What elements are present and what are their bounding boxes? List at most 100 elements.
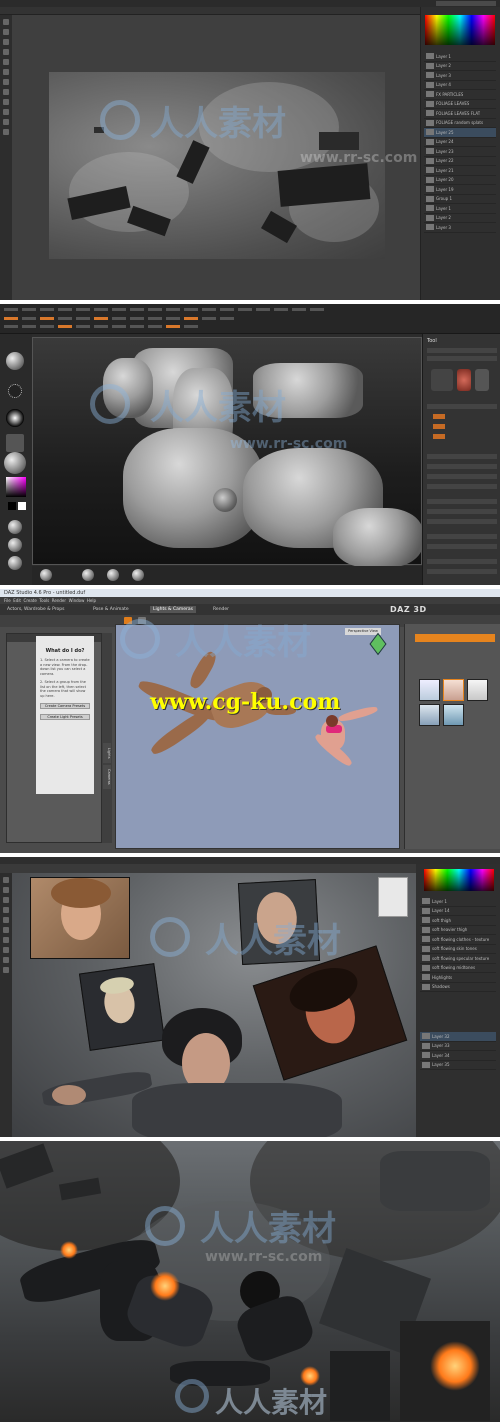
gradient-tool-icon[interactable] (3, 927, 9, 933)
tab-cameras[interactable]: Cameras (103, 765, 111, 789)
alpha-icon[interactable] (6, 409, 24, 427)
subtool-toggle[interactable] (433, 434, 445, 439)
lasso-tool-icon[interactable] (3, 897, 9, 903)
layer-row-selected[interactable]: Layer 32 (420, 1032, 496, 1042)
pen-tool-icon[interactable] (3, 99, 9, 105)
color-picker[interactable] (6, 477, 26, 497)
create-light-presets-button[interactable]: Create Light Presets (40, 714, 90, 720)
subtool-toggle[interactable] (433, 424, 445, 429)
content-thumb[interactable] (419, 679, 440, 701)
layer-row[interactable]: soft flowing skin tones (420, 945, 496, 954)
layer-row[interactable]: Layer 2 (424, 214, 496, 223)
layer-row[interactable]: Shadows (420, 983, 496, 992)
tab-pose-animate[interactable]: Pose & Animate (90, 606, 132, 613)
eraser-tool-icon[interactable] (3, 59, 9, 65)
layer-row[interactable]: soft flowing midtones (420, 964, 496, 973)
options-bar[interactable] (0, 7, 420, 15)
swatch-black-icon[interactable] (8, 502, 16, 510)
content-thumb[interactable] (443, 704, 464, 726)
layer-row[interactable]: Layer 4 (424, 81, 496, 90)
layer-row[interactable]: Layer 1 (424, 52, 496, 62)
view-cube-icon[interactable] (369, 632, 387, 656)
layer-row[interactable]: Layer 24 (424, 138, 496, 147)
reference-photo[interactable] (30, 877, 130, 959)
layer-row[interactable]: FOLIAGE LEAVES (424, 100, 496, 109)
menu-render[interactable]: Render (52, 598, 66, 603)
menu-bar[interactable]: File Edit Create Tools Render Window Hel… (0, 597, 500, 604)
layer-row[interactable]: Layer 34 (420, 1051, 496, 1061)
menu-edit[interactable]: Edit (13, 598, 21, 603)
layer-row[interactable]: Layer 19 (424, 185, 496, 195)
color-picker[interactable] (425, 15, 495, 45)
eraser-tool-icon[interactable] (3, 917, 9, 923)
tab-lights-cameras[interactable]: Lights & Cameras (150, 606, 196, 613)
layer-row[interactable]: soft thigh (420, 916, 496, 926)
layer-row[interactable]: soft flowing clothes - texture (420, 935, 496, 945)
menu-window[interactable]: Window (69, 598, 85, 603)
layer-group-row[interactable]: Group 1 (424, 195, 496, 204)
layer-row[interactable]: Layer 23 (424, 147, 496, 157)
matte-painting-document[interactable] (49, 72, 385, 259)
layer-row[interactable]: Layer 20 (424, 176, 496, 185)
layer-row[interactable]: Layer 33 (420, 1042, 496, 1051)
zbrush-canvas[interactable] (32, 337, 423, 568)
layer-row[interactable]: FOLIAGE random splats (424, 119, 496, 128)
bottom-tool-icon[interactable] (82, 569, 94, 581)
marquee-tool-icon[interactable] (3, 887, 9, 893)
type-tool-icon[interactable] (3, 957, 9, 963)
subtool-toggle[interactable] (433, 414, 445, 419)
brush-standard-icon[interactable] (6, 352, 24, 370)
tool-palette[interactable] (0, 873, 12, 1137)
bottom-tool-icon[interactable] (132, 569, 144, 581)
brush-tool-icon[interactable] (3, 49, 9, 55)
move-tool-icon[interactable] (3, 877, 9, 883)
menu-tools[interactable]: Tools (39, 598, 49, 603)
layer-row[interactable]: Layer 14 (420, 907, 496, 916)
content-thumb[interactable] (419, 704, 440, 726)
type-tool-icon[interactable] (3, 109, 9, 115)
layer-row[interactable]: FOLIAGE LEAVES FLAT (424, 109, 496, 119)
layer-row[interactable]: Layer 3 (424, 71, 496, 81)
layer-row[interactable]: FX PARTICLES (424, 90, 496, 100)
brush-dam-icon[interactable] (8, 556, 22, 570)
reference-photo[interactable] (252, 945, 408, 1081)
tab-render[interactable]: Render (210, 606, 232, 613)
layer-row[interactable]: Layer 3 (424, 223, 496, 233)
layer-row[interactable]: Layer 22 (424, 157, 496, 166)
reference-photo[interactable] (78, 963, 166, 1051)
layer-row[interactable]: Highlights (420, 973, 496, 983)
lightbox-icon[interactable] (40, 569, 52, 581)
brush-move-icon[interactable] (8, 538, 22, 552)
texture-icon[interactable] (6, 434, 24, 452)
smudge-tool-icon[interactable] (3, 79, 9, 85)
marquee-tool-icon[interactable] (3, 29, 9, 35)
zbrush-top-shelf[interactable] (0, 304, 500, 334)
tool-thumb-icon[interactable] (457, 369, 471, 391)
move-tool-icon[interactable] (3, 19, 9, 25)
layer-row[interactable]: Layer 1 (424, 204, 496, 214)
menu-file[interactable]: File (4, 598, 11, 603)
pen-tool-icon[interactable] (3, 947, 9, 953)
dodge-tool-icon[interactable] (3, 89, 9, 95)
perspective-viewport[interactable]: Perspective View (115, 624, 400, 849)
stroke-icon[interactable] (8, 384, 22, 398)
layer-row[interactable]: Layer 1 (420, 897, 496, 907)
tab-actors-wardrobe-props[interactable]: Actors, Wardrobe & Props (4, 606, 67, 613)
lasso-tool-icon[interactable] (3, 39, 9, 45)
menu-bar[interactable] (0, 0, 500, 7)
tool-thumb-icon[interactable] (431, 369, 453, 391)
hand-tool-icon[interactable] (3, 119, 9, 125)
create-camera-presets-button[interactable]: Create Camera Presets (40, 703, 90, 709)
photobash-canvas[interactable] (12, 873, 416, 1137)
zoom-tool-icon[interactable] (3, 129, 9, 135)
brush-clay-icon[interactable] (8, 520, 22, 534)
hand-tool-icon[interactable] (3, 967, 9, 973)
brush-tool-icon[interactable] (3, 907, 9, 913)
tab-lights[interactable]: Lights (103, 743, 111, 763)
layer-row[interactable]: Layer 35 (420, 1061, 496, 1070)
layer-row[interactable]: Layer 2 (424, 62, 496, 71)
content-thumb[interactable] (467, 679, 488, 701)
reference-photo[interactable] (237, 879, 321, 965)
bottom-tool-icon[interactable] (107, 569, 119, 581)
content-thumb[interactable] (443, 679, 464, 701)
